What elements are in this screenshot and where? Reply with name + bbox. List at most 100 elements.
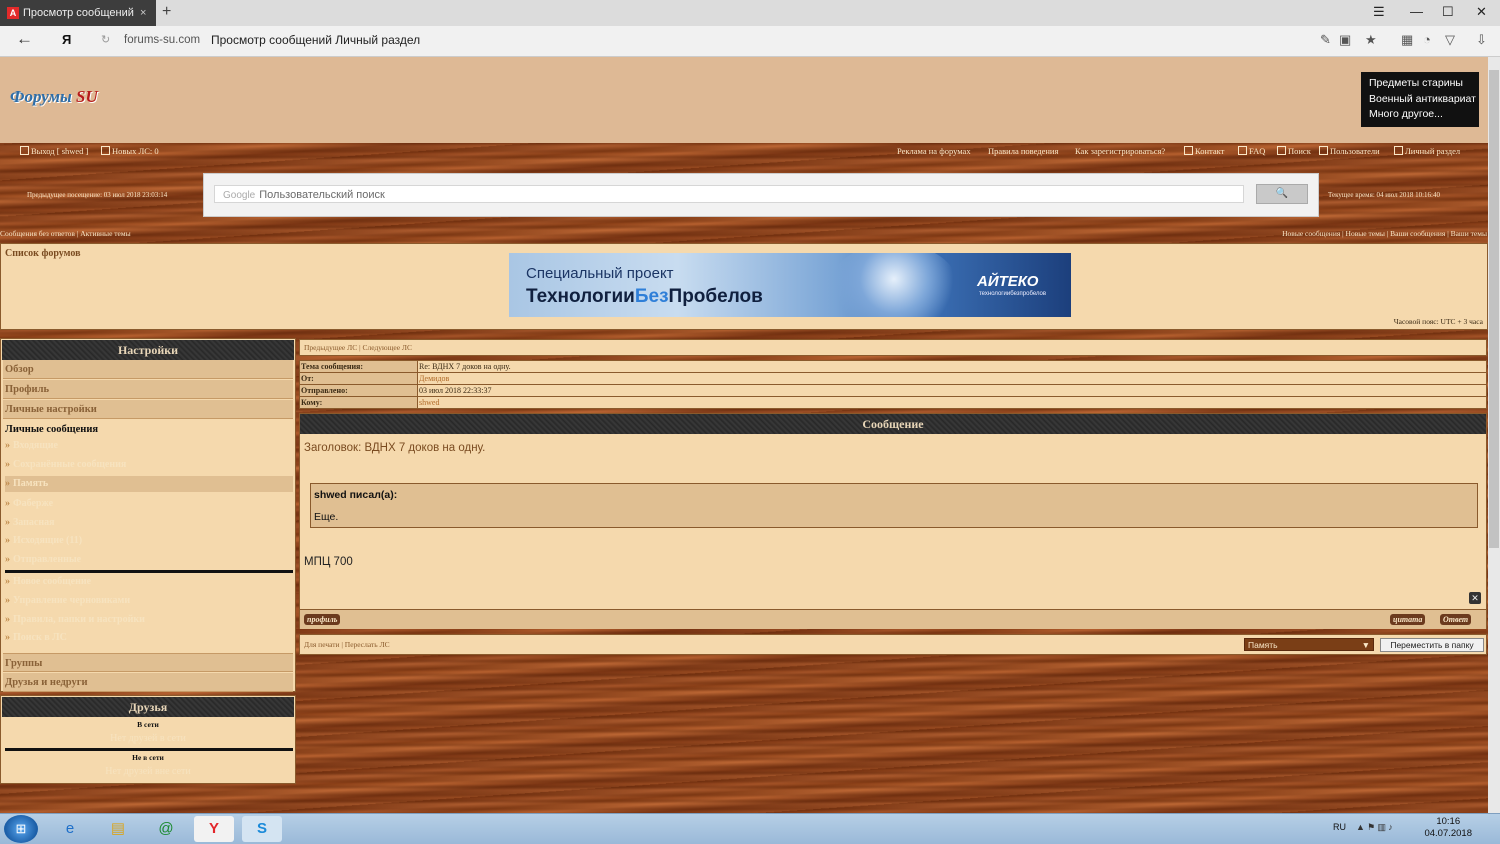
mail-icon — [101, 146, 110, 155]
offline-empty-text: Нет друзей вне сети — [105, 766, 191, 777]
banner-brand-sub: технологиибезпробелов — [979, 291, 1047, 297]
action-pm-search[interactable]: Поиск в ЛС — [5, 630, 293, 646]
antiques-ad[interactable]: Предметы старины Военный антиквариат Мно… — [1361, 72, 1479, 127]
start-button[interactable]: ⊞ — [4, 815, 38, 843]
feather-icon[interactable]: ✎ — [1320, 32, 1331, 48]
table-row: Тема сообщения: Re: ВДНХ 7 доков на одну. — [299, 360, 1487, 373]
address-bar: ← Я ↻ forums-su.com Просмотр сообщений Л… — [0, 26, 1500, 57]
nav-right-links[interactable]: Новые сообщения | Новые темы | Ваши сооб… — [1282, 229, 1487, 238]
site-logo[interactable]: Форумы SU — [10, 87, 98, 107]
folder-sent[interactable]: Отправленные — [5, 552, 293, 568]
search-label: Поиск — [1288, 146, 1311, 156]
sidebar-pm-title[interactable]: Личные сообщения — [5, 424, 98, 435]
banner-word-accent: Без — [634, 286, 669, 307]
table-row: Кому: shwed — [299, 396, 1487, 409]
sidebar-item-overview[interactable]: Обзор — [3, 360, 293, 379]
contact-label: Контакт — [1195, 146, 1225, 156]
search-icon: 🔍 — [1275, 188, 1289, 199]
folder-reserve[interactable]: Запасная — [5, 515, 293, 531]
bookmark-star-icon[interactable]: ★ — [1365, 32, 1377, 48]
back-arrow-icon[interactable]: ← — [16, 29, 33, 49]
sponsor-banner[interactable]: Специальный проект ТехнологииБезПробелов… — [509, 253, 1071, 317]
logo-accent-text: SU — [76, 87, 98, 106]
personal-icon — [1394, 146, 1403, 155]
close-icon[interactable]: ✕ — [1469, 592, 1481, 604]
from-link[interactable]: Демидов — [417, 372, 1487, 385]
address-page-title[interactable]: Просмотр сообщений Личный раздел — [211, 33, 420, 47]
forum-list-link[interactable]: Список форумов — [5, 248, 81, 259]
extension-icon[interactable]: ▦ — [1401, 32, 1413, 48]
download-icon[interactable]: ⇩ — [1476, 32, 1487, 48]
tab-close-icon[interactable]: × — [140, 0, 146, 26]
folder-faberge[interactable]: Фаберже — [5, 496, 293, 512]
quote-button[interactable]: цитата — [1390, 614, 1426, 625]
lock-icon[interactable]: ▣ — [1339, 32, 1351, 48]
system-clock[interactable]: 10:16 04.07.2018 — [1424, 816, 1472, 840]
ad-line: Предметы старины — [1369, 77, 1463, 89]
toplink-members[interactable]: Пользователи — [1319, 146, 1380, 156]
folder-memory[interactable]: Память — [5, 476, 293, 492]
browser-tab-bar: A Просмотр сообщений Л × + ☰ — ☐ ✕ — [0, 0, 1500, 26]
windows-taskbar: ⊞ e ▤ @ Y S RU ▲ ⚑ ▥ ♪ 10:16 04.07.2018 — [0, 813, 1500, 844]
action-drafts[interactable]: Управление черновиками — [5, 593, 293, 609]
toplink-faq[interactable]: FAQ — [1238, 146, 1265, 156]
toplink-search[interactable]: Поиск — [1277, 146, 1311, 156]
browser-tab[interactable]: A Просмотр сообщений Л × — [0, 0, 156, 26]
faq-label: FAQ — [1249, 146, 1266, 156]
search-button[interactable]: 🔍 — [1256, 184, 1308, 204]
maximize-button[interactable]: ☐ — [1442, 4, 1454, 20]
mail-client-icon[interactable]: @ — [146, 816, 186, 842]
yandex-browser-icon[interactable]: Y — [194, 816, 234, 842]
move-to-folder-button[interactable]: Переместить в папку — [1380, 638, 1484, 652]
site-header: Форумы SU Предметы старины Военный антик… — [0, 57, 1488, 143]
minimize-button[interactable]: — — [1410, 4, 1423, 19]
reload-icon[interactable]: ↻ — [101, 33, 110, 46]
scrollbar-thumb[interactable] — [1489, 70, 1499, 548]
tray-icons[interactable]: ▲ ⚑ ▥ ♪ — [1356, 822, 1393, 833]
language-indicator[interactable]: RU — [1333, 822, 1346, 832]
nav-left-links[interactable]: Сообщения без ответов | Активные темы — [0, 229, 131, 238]
search-input[interactable]: Google Пользовательский поиск — [214, 185, 1244, 203]
ucp-sidebar: Настройки Обзор Профиль Личные настройки… — [0, 338, 296, 692]
logout-link[interactable]: Выход [ shwed ] — [20, 146, 88, 156]
toplink-advertising[interactable]: Реклама на форумах — [897, 146, 971, 156]
sidebar-item-friends-foes[interactable]: Друзья и недруги — [3, 673, 293, 692]
toplink-contact[interactable]: Контакт — [1184, 146, 1224, 156]
folder-outbox[interactable]: Исходящие (11) — [5, 533, 293, 549]
action-rules-folders[interactable]: Правила, папки и настройки — [5, 612, 293, 628]
menu-icon[interactable]: ☰ — [1373, 4, 1385, 20]
explorer-folder-icon[interactable]: ▤ — [98, 816, 138, 842]
address-domain[interactable]: forums-su.com — [124, 34, 200, 46]
offline-label: Не в сети — [132, 753, 164, 762]
profile-button[interactable]: профиль — [304, 614, 341, 625]
table-row: Отправлено: 03 июл 2018 22:33:37 — [299, 384, 1487, 397]
reply-button[interactable]: Ответ — [1440, 614, 1472, 625]
action-new-message[interactable]: Новое сообщение — [5, 574, 293, 590]
sidebar-item-profile[interactable]: Профиль — [3, 380, 293, 399]
print-forward-links[interactable]: Для печати | Переслать ЛС — [304, 640, 390, 649]
yandex-icon[interactable]: Я — [62, 32, 71, 47]
quote-text: Еще. — [314, 511, 339, 523]
new-pm-link[interactable]: Новых ЛС: 0 — [101, 146, 159, 156]
to-link[interactable]: shwed — [417, 396, 1487, 409]
skype-icon[interactable]: S — [242, 816, 282, 842]
toplink-ucp[interactable]: Личный раздел — [1394, 146, 1460, 156]
users-icon — [1319, 146, 1328, 155]
close-window-button[interactable]: ✕ — [1476, 4, 1487, 20]
custom-search-box: Google Пользовательский поиск 🔍 — [203, 173, 1319, 217]
power-icon — [20, 146, 29, 155]
move-folder-select[interactable]: Память ▼ — [1244, 638, 1374, 651]
ie-icon[interactable]: e — [50, 816, 90, 842]
folder-saved[interactable]: Сохранённые сообщения — [5, 457, 293, 473]
sidebar-divider — [5, 570, 293, 573]
folder-inbox[interactable]: Входящие — [5, 438, 293, 454]
new-tab-button[interactable]: + — [162, 3, 171, 21]
toplink-register[interactable]: Как зарегистрироваться? — [1075, 146, 1165, 156]
shield-icon[interactable]: ▽ — [1445, 32, 1455, 48]
toplink-rules[interactable]: Правила поведения — [988, 146, 1058, 156]
sidebar-item-groups[interactable]: Группы — [3, 653, 293, 672]
sidebar-item-personal-settings[interactable]: Личные настройки — [3, 400, 293, 419]
turbo-icon[interactable]: ◔ — [1423, 32, 1431, 47]
pm-navigation[interactable]: Предыдущее ЛС | Следующее ЛС — [299, 339, 1487, 356]
ad-line: Много другое... — [1369, 108, 1443, 120]
